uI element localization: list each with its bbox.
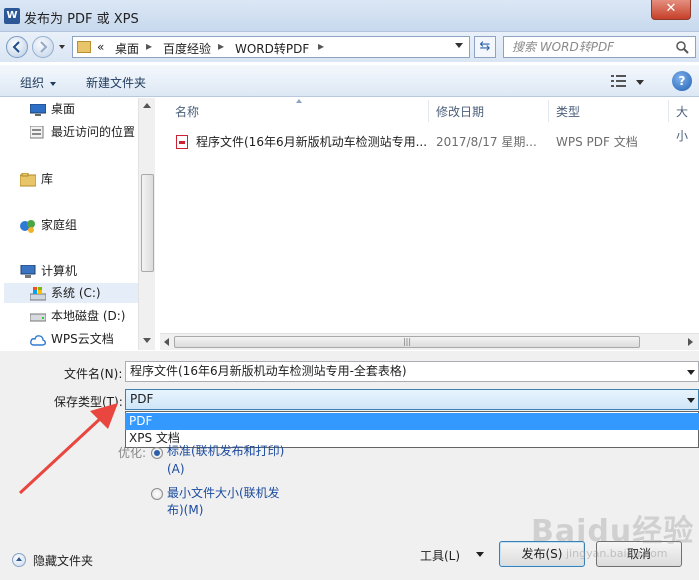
- nav-item-label: 最近访问的位置: [51, 125, 136, 139]
- savetype-dropdown-icon[interactable]: [687, 398, 695, 403]
- chevron-down-icon: [50, 81, 57, 86]
- view-options-icon[interactable]: [611, 75, 627, 87]
- title-bar: W 发布为 PDF 或 XPS ✕: [0, 0, 699, 32]
- option-pdf[interactable]: PDF: [125, 413, 699, 430]
- breadcrumb-separator-icon[interactable]: ▸: [218, 39, 224, 53]
- file-row[interactable]: 程序文件(16年6月新版机动车检测站专用... 2017/8/17 星期... …: [170, 131, 699, 153]
- address-bar[interactable]: « 桌面 ▸ 百度经验 ▸ WORD转PDF ▸: [72, 36, 470, 58]
- search-icon[interactable]: [676, 41, 689, 54]
- drive-d-icon: [30, 313, 46, 321]
- breadcrumb-separator-icon[interactable]: ▸: [146, 39, 152, 53]
- column-divider[interactable]: [548, 100, 549, 122]
- radio-minimum-size-label-line2[interactable]: 布)(M): [167, 502, 203, 518]
- tools-dropdown-icon[interactable]: [476, 552, 484, 557]
- filename-dropdown-icon[interactable]: [687, 370, 695, 375]
- organize-menu-button[interactable]: 组织: [20, 74, 57, 91]
- nav-item-label: 家庭组: [41, 218, 78, 232]
- navigation-pane: 桌面 最近访问的位置 库 家庭组 计算机 系统 (C:) 本地磁盘 (D:) W…: [0, 98, 155, 350]
- nav-item-wps-cloud[interactable]: WPS云文档: [30, 329, 114, 349]
- nav-item-recent-places[interactable]: 最近访问的位置: [30, 122, 135, 142]
- command-toolbar: 组织 新建文件夹 ?: [0, 64, 699, 97]
- nav-item-label: WPS云文档: [51, 332, 114, 346]
- recent-places-icon: [30, 125, 44, 138]
- file-modified: 2017/8/17 星期...: [436, 135, 537, 149]
- hide-folders-button[interactable]: 隐藏文件夹: [33, 552, 93, 569]
- nav-item-computer[interactable]: 计算机: [20, 261, 77, 281]
- organize-label: 组织: [20, 76, 45, 90]
- column-header-size[interactable]: 大小: [676, 100, 699, 143]
- hide-folders-icon[interactable]: [12, 553, 26, 567]
- scroll-up-icon[interactable]: [143, 103, 151, 108]
- file-list-horizontal-scrollbar[interactable]: |||: [160, 333, 699, 350]
- forward-button[interactable]: [32, 36, 54, 58]
- breadcrumb-overflow[interactable]: «: [97, 40, 104, 54]
- filename-label: 文件名(N):: [64, 367, 123, 381]
- savetype-select[interactable]: PDF: [125, 389, 699, 410]
- window-title: 发布为 PDF 或 XPS: [24, 12, 139, 27]
- drive-c-icon: [30, 286, 46, 300]
- breadcrumb-separator-icon[interactable]: ▸: [318, 39, 324, 53]
- nav-scroll-thumb[interactable]: [141, 174, 154, 272]
- back-button[interactable]: [6, 36, 28, 58]
- address-row: « 桌面 ▸ 百度经验 ▸ WORD转PDF ▸ ⇆: [0, 32, 699, 62]
- back-arrow-icon: [12, 41, 20, 53]
- forward-arrow-icon: [40, 41, 48, 53]
- sort-ascending-icon: [296, 99, 302, 103]
- computer-icon: [20, 264, 36, 278]
- breadcrumb-baidu-jingyan[interactable]: 百度经验: [163, 40, 211, 57]
- column-divider[interactable]: [428, 100, 429, 122]
- radio-minimum-size-label-line1[interactable]: 最小文件大小(联机发: [167, 485, 280, 501]
- baidu-watermark: Baidu经验: [531, 514, 695, 549]
- help-icon[interactable]: ?: [672, 71, 692, 91]
- radio-standard-label-line1[interactable]: 标准(联机发布和打印): [167, 443, 284, 459]
- scroll-left-icon[interactable]: [164, 338, 169, 346]
- column-divider[interactable]: [668, 100, 669, 122]
- nav-item-library[interactable]: 库: [20, 169, 53, 189]
- column-header-name[interactable]: 名称: [175, 100, 199, 124]
- nav-item-drive-c[interactable]: 系统 (C:): [4, 283, 140, 303]
- refresh-button[interactable]: ⇆: [474, 36, 496, 58]
- nav-item-label: 计算机: [41, 264, 78, 278]
- radio-standard-label-line2[interactable]: (A): [167, 461, 185, 477]
- nav-item-drive-d[interactable]: 本地磁盘 (D:): [30, 306, 125, 326]
- nav-item-label: 库: [41, 172, 54, 186]
- nav-item-desktop[interactable]: 桌面: [30, 99, 75, 119]
- word-app-icon: W: [4, 8, 20, 24]
- file-type: WPS PDF 文档: [556, 135, 638, 149]
- pdf-file-icon: [176, 135, 188, 149]
- savetype-value: PDF: [130, 392, 154, 406]
- filename-input[interactable]: 程序文件(16年6月新版机动车检测站专用-全套表格): [125, 361, 699, 382]
- nav-item-homegroup[interactable]: 家庭组: [20, 215, 77, 235]
- cloud-icon: [30, 334, 46, 346]
- column-header-modified[interactable]: 修改日期: [436, 100, 484, 124]
- scroll-right-icon[interactable]: [688, 338, 693, 346]
- homegroup-icon: [20, 219, 35, 233]
- radio-standard[interactable]: [151, 447, 163, 459]
- desktop-icon: [30, 103, 46, 116]
- address-dropdown-icon[interactable]: [455, 43, 463, 48]
- baidu-watermark-url: jingyan.baidu.com: [566, 547, 668, 560]
- nav-pane-scrollbar[interactable]: [138, 98, 155, 350]
- scroll-down-icon[interactable]: [143, 338, 151, 343]
- close-button[interactable]: ✕: [651, 0, 691, 20]
- nav-item-label: 桌面: [51, 102, 76, 116]
- tools-menu-button[interactable]: 工具(L): [420, 547, 460, 564]
- horizontal-scroll-thumb[interactable]: |||: [174, 336, 640, 348]
- nav-item-label: 系统 (C:): [51, 286, 101, 300]
- search-box[interactable]: [503, 36, 696, 58]
- folder-icon: [77, 41, 91, 53]
- radio-minimum-size[interactable]: [151, 488, 163, 500]
- breadcrumb-desktop[interactable]: 桌面: [115, 40, 139, 57]
- nav-item-label: 本地磁盘 (D:): [51, 309, 126, 323]
- view-dropdown-icon[interactable]: [636, 80, 644, 85]
- annotation-arrow-icon: [18, 403, 118, 495]
- recent-pages-dropdown-icon[interactable]: [59, 45, 65, 49]
- column-header-type[interactable]: 类型: [556, 100, 580, 124]
- file-name: 程序文件(16年6月新版机动车检测站专用...: [196, 135, 428, 149]
- new-folder-button[interactable]: 新建文件夹: [86, 74, 146, 91]
- library-icon: [20, 172, 36, 186]
- search-input[interactable]: [504, 37, 664, 57]
- breadcrumb-word-to-pdf[interactable]: WORD转PDF: [235, 40, 309, 57]
- filename-value: 程序文件(16年6月新版机动车检测站专用-全套表格): [130, 364, 407, 378]
